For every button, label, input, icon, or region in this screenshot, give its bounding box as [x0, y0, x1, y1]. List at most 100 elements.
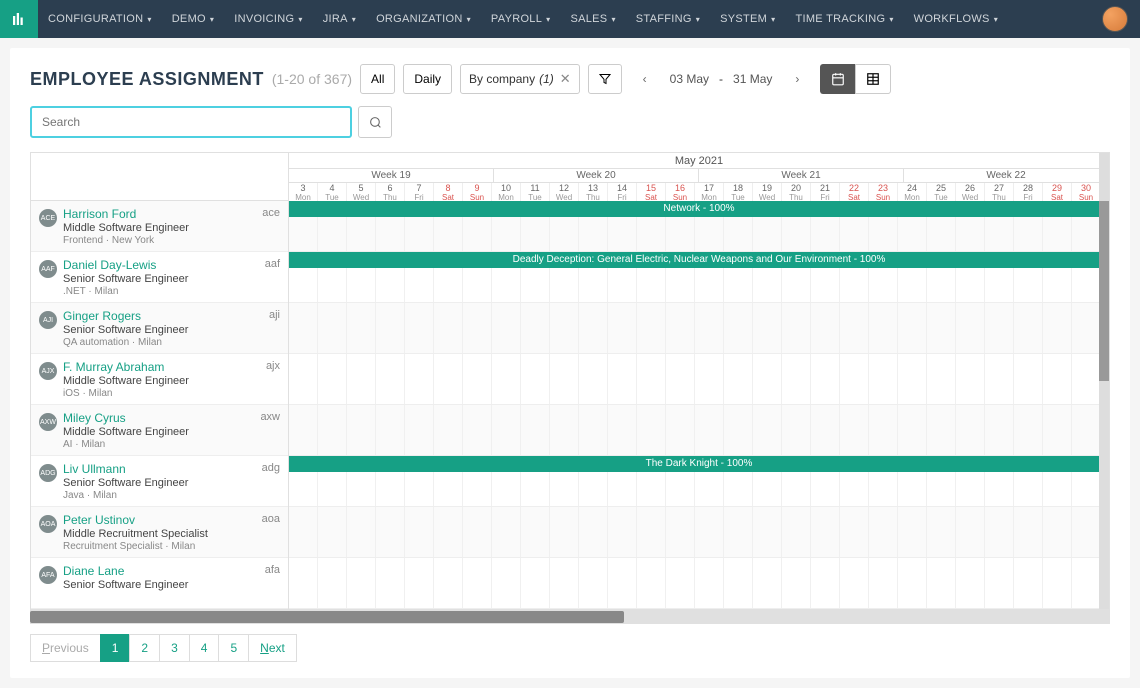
gantt-cell[interactable] [318, 558, 347, 608]
gantt-cell[interactable] [985, 558, 1014, 608]
gantt-cell[interactable] [869, 558, 898, 608]
gantt-cell[interactable] [637, 558, 666, 608]
nav-item-staffing[interactable]: STAFFING▾ [626, 0, 710, 38]
gantt-cell[interactable] [579, 303, 608, 353]
filter-chip-company[interactable]: By company (1) ✕ [460, 64, 580, 94]
gantt-cell[interactable] [550, 303, 579, 353]
gantt-cell[interactable] [695, 303, 724, 353]
gantt-cell[interactable] [318, 303, 347, 353]
gantt-cell[interactable] [608, 558, 637, 608]
gantt-cell[interactable] [434, 354, 463, 404]
gantt-cell[interactable] [985, 354, 1014, 404]
gantt-cell[interactable] [347, 303, 376, 353]
gantt-cell[interactable] [840, 507, 869, 557]
gantt-cell[interactable] [666, 303, 695, 353]
next-date-button[interactable]: › [782, 64, 812, 94]
gantt-cell[interactable] [405, 405, 434, 455]
gantt-cell[interactable] [492, 303, 521, 353]
nav-item-payroll[interactable]: PAYROLL▾ [481, 0, 561, 38]
gantt-cell[interactable] [1043, 507, 1072, 557]
employee-name[interactable]: Miley Cyrus [63, 411, 280, 425]
gantt-cell[interactable] [869, 507, 898, 557]
gantt-cell[interactable] [695, 507, 724, 557]
gantt-cell[interactable] [927, 303, 956, 353]
gantt-cell[interactable] [753, 507, 782, 557]
gantt-row[interactable]: Network - 100% [289, 201, 1109, 252]
gantt-cell[interactable] [666, 558, 695, 608]
gantt-cell[interactable] [956, 354, 985, 404]
gantt-cell[interactable] [550, 507, 579, 557]
task-bar[interactable]: The Dark Knight - 100% [289, 456, 1109, 472]
employee-name[interactable]: Diane Lane [63, 564, 280, 578]
gantt-cell[interactable] [753, 558, 782, 608]
gantt-cell[interactable] [318, 354, 347, 404]
gantt-cell[interactable] [1072, 405, 1101, 455]
close-icon[interactable]: ✕ [560, 71, 571, 87]
gantt-cell[interactable] [318, 507, 347, 557]
employee-name[interactable]: Liv Ullmann [63, 462, 280, 476]
gantt-cell[interactable] [898, 507, 927, 557]
gantt-cell[interactable] [753, 405, 782, 455]
gantt-cell[interactable] [637, 303, 666, 353]
page-button-3[interactable]: 3 [159, 634, 190, 662]
task-bar[interactable]: Deadly Deception: General Electric, Nucl… [289, 252, 1109, 268]
gantt-cell[interactable] [1014, 303, 1043, 353]
gantt-cell[interactable] [956, 558, 985, 608]
gantt-cell[interactable] [666, 507, 695, 557]
brand-logo[interactable] [0, 0, 38, 38]
prev-page-button[interactable]: Previous [30, 634, 101, 662]
employee-name[interactable]: F. Murray Abraham [63, 360, 280, 374]
gantt-cell[interactable] [347, 405, 376, 455]
gantt-cell[interactable] [840, 405, 869, 455]
gantt-cell[interactable] [811, 507, 840, 557]
gantt-cell[interactable] [492, 405, 521, 455]
gantt-cell[interactable] [405, 558, 434, 608]
gantt-cell[interactable] [927, 405, 956, 455]
gantt-cell[interactable] [579, 405, 608, 455]
nav-item-demo[interactable]: DEMO▾ [162, 0, 225, 38]
gantt-cell[interactable] [347, 354, 376, 404]
employee-name[interactable]: Harrison Ford [63, 207, 280, 221]
gantt-row[interactable] [289, 354, 1109, 405]
gantt-cell[interactable] [898, 558, 927, 608]
gantt-cell[interactable] [753, 303, 782, 353]
employee-name[interactable]: Ginger Rogers [63, 309, 280, 323]
gantt-cell[interactable] [637, 405, 666, 455]
gantt-cell[interactable] [289, 405, 318, 455]
gantt-cell[interactable] [579, 354, 608, 404]
page-button-5[interactable]: 5 [218, 634, 249, 662]
gantt-cell[interactable] [376, 354, 405, 404]
gantt-cell[interactable] [811, 303, 840, 353]
employee-row[interactable]: AAFDaniel Day-LewisSenior Software Engin… [31, 252, 288, 303]
gantt-cell[interactable] [550, 405, 579, 455]
employee-name[interactable]: Daniel Day-Lewis [63, 258, 280, 272]
gantt-cell[interactable] [840, 354, 869, 404]
gantt-cell[interactable] [521, 507, 550, 557]
gantt-cell[interactable] [811, 405, 840, 455]
gantt-cell[interactable] [463, 303, 492, 353]
gantt-cell[interactable] [318, 405, 347, 455]
gantt-cell[interactable] [724, 507, 753, 557]
gantt-cell[interactable] [695, 405, 724, 455]
gantt-cell[interactable] [579, 507, 608, 557]
gantt-cell[interactable] [1014, 405, 1043, 455]
task-bar[interactable]: Network - 100% [289, 201, 1109, 217]
gantt-cell[interactable] [666, 405, 695, 455]
gantt-cell[interactable] [782, 507, 811, 557]
gantt-row[interactable] [289, 507, 1109, 558]
gantt-row[interactable] [289, 558, 1109, 609]
gantt-cell[interactable] [811, 354, 840, 404]
gantt-cell[interactable] [550, 354, 579, 404]
gantt-cell[interactable] [521, 558, 550, 608]
gantt-cell[interactable] [521, 405, 550, 455]
nav-item-sales[interactable]: SALES▾ [560, 0, 625, 38]
employee-row[interactable]: AJIGinger RogersSenior Software Engineer… [31, 303, 288, 354]
gantt-cell[interactable] [724, 303, 753, 353]
gantt-cell[interactable] [840, 558, 869, 608]
gantt-cell[interactable] [753, 354, 782, 404]
nav-item-time-tracking[interactable]: TIME TRACKING▾ [785, 0, 903, 38]
daily-button[interactable]: Daily [403, 64, 452, 94]
nav-item-jira[interactable]: JIRA▾ [313, 0, 366, 38]
gantt-cell[interactable] [956, 303, 985, 353]
gantt-cell[interactable] [956, 405, 985, 455]
